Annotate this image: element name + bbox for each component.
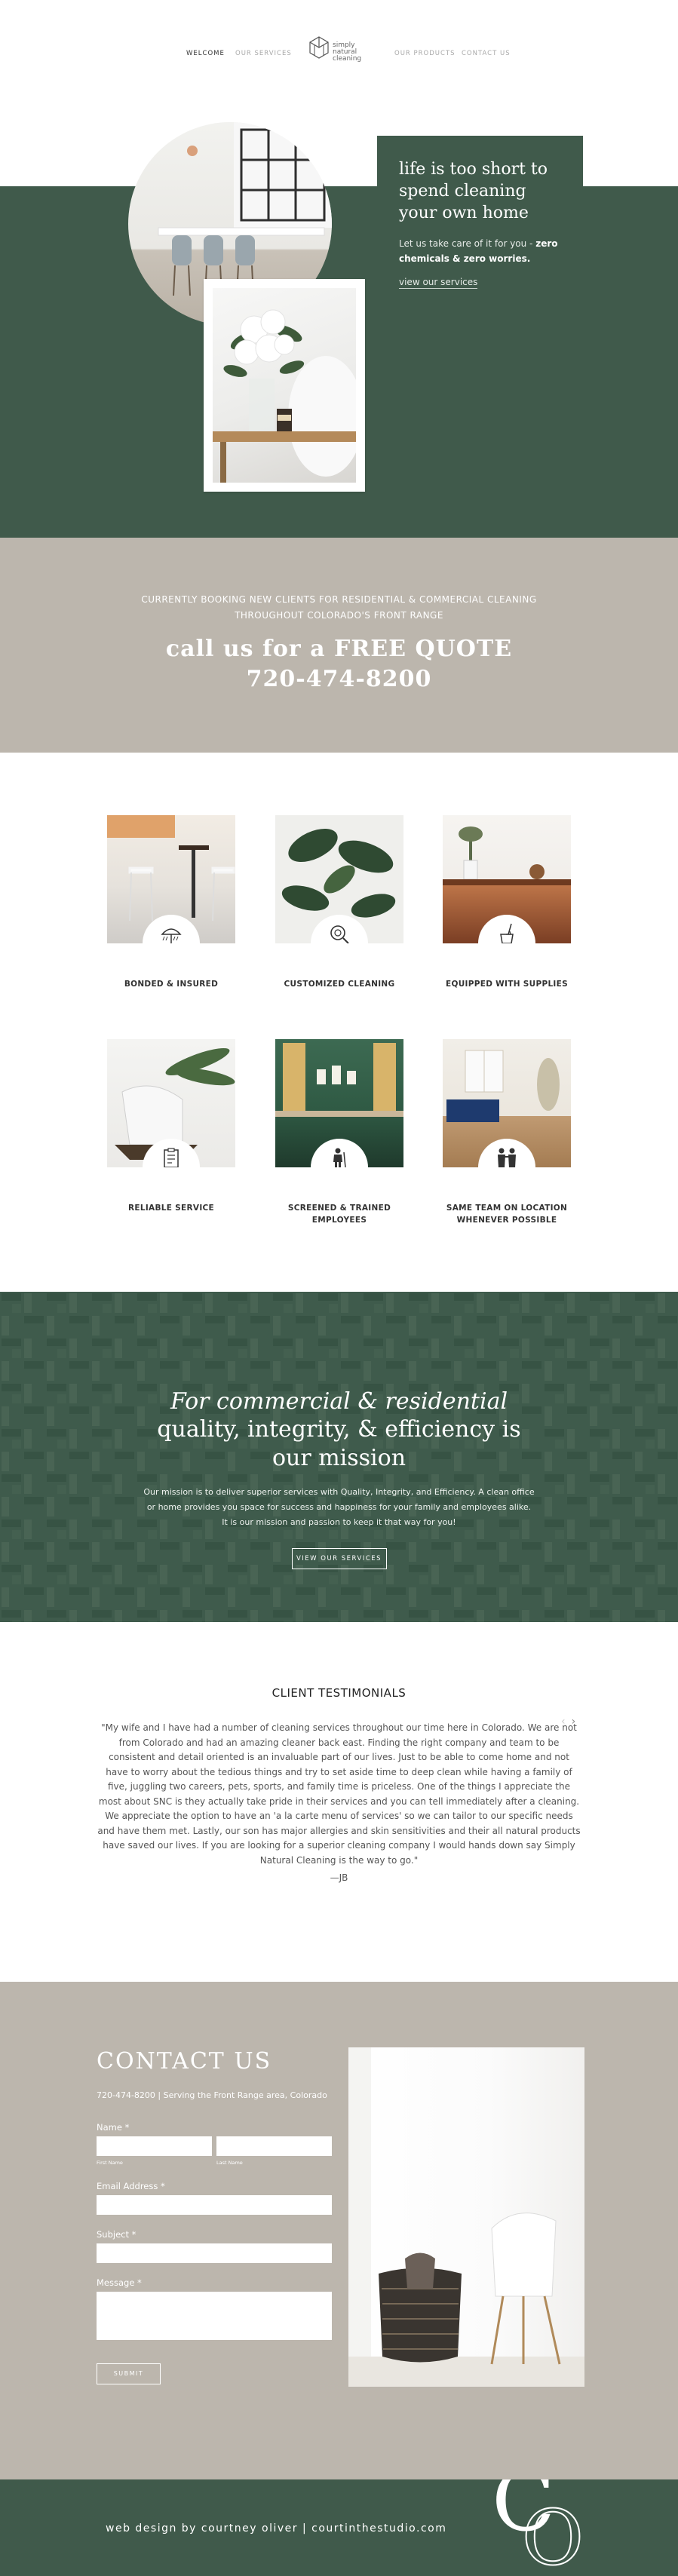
- message-textarea[interactable]: [97, 2292, 332, 2340]
- mission-title: quality, integrity, & efficiency is our …: [157, 1416, 521, 1471]
- mission-content: For commercial & residential quality, in…: [0, 1292, 678, 1569]
- free-quote-headline: call us for a FREE QUOTE: [165, 636, 513, 662]
- view-services-link[interactable]: view our services: [399, 277, 478, 289]
- last-name-sublabel: Last Name: [216, 2160, 243, 2166]
- nav-contact-us[interactable]: CONTACT US: [462, 50, 511, 57]
- testimonials-heading: CLIENT TESTIMONIALS: [272, 1686, 406, 1700]
- hero-subtext-plain: Let us take care of it for you -: [399, 238, 536, 249]
- cleaner-person-icon: [333, 1148, 346, 1167]
- contact-section: CONTACT US 720-474-8200 | Serving the Fr…: [0, 1982, 678, 2479]
- co-monogram-logo: C O: [492, 2479, 584, 2571]
- feature-photo: [107, 1039, 235, 1167]
- umbrella-icon: [161, 928, 182, 943]
- testimonials-section: CLIENT TESTIMONIALS ‹› "My wife and I ha…: [0, 1622, 678, 1982]
- feature-bonded-insured: BONDED & INSURED: [107, 815, 235, 990]
- feature-photo: [275, 1039, 403, 1167]
- free-quote-band: CURRENTLY BOOKING NEW CLIENTS FOR RESIDE…: [0, 538, 678, 753]
- subject-label: Subject *: [97, 2229, 137, 2240]
- chevron-right-icon[interactable]: ›: [572, 1716, 582, 1728]
- contact-chair-basket-photo: [348, 2047, 584, 2387]
- testimonial-author: —JB: [330, 1872, 348, 1883]
- feature-photo: [443, 815, 571, 943]
- magnifier-icon: [330, 925, 349, 943]
- feature-label: BONDED & INSURED: [124, 980, 219, 989]
- feature-customized-cleaning: CUSTOMIZED CLEANING: [275, 815, 403, 990]
- feature-label: CUSTOMIZED CLEANING: [284, 980, 395, 989]
- mission-section: For commercial & residential quality, in…: [0, 1292, 678, 1622]
- footer-credit[interactable]: web design by courtney oliver | courtint…: [106, 2522, 446, 2535]
- mission-italic-heading: For commercial & residential: [170, 1388, 508, 1415]
- first-name-sublabel: First Name: [97, 2160, 123, 2166]
- bucket-mop-icon: [500, 923, 514, 943]
- message-label: Message *: [97, 2277, 142, 2288]
- nav-our-services[interactable]: OUR SERVICES: [235, 50, 292, 57]
- feature-photo: [107, 815, 235, 943]
- name-label: Name *: [97, 2122, 130, 2133]
- chair-basket-illustration: [348, 2047, 584, 2387]
- top-navigation: WELCOME OUR SERVICES simply natural clea…: [0, 0, 678, 106]
- flowers-vase-illustration: [213, 309, 356, 483]
- nav-our-products[interactable]: OUR PRODUCTS: [394, 50, 456, 57]
- feature-reliable-service: RELIABLE SERVICE: [107, 1039, 235, 1214]
- hero-text-card: life is too short to spend cleaning your…: [377, 136, 583, 339]
- subject-input[interactable]: [97, 2243, 332, 2263]
- feature-label: SAME TEAM ON LOCATION WHENEVER POSSIBLE: [446, 1204, 568, 1225]
- hero-title: life is too short to spend cleaning your…: [399, 160, 548, 222]
- feature-label: RELIABLE SERVICE: [127, 1204, 215, 1213]
- email-label: Email Address *: [97, 2181, 165, 2191]
- logo-line-cleaning: cleaning: [333, 55, 362, 63]
- booking-notice: CURRENTLY BOOKING NEW CLIENTS FOR RESIDE…: [141, 594, 537, 621]
- monogram-o: O: [522, 2494, 584, 2571]
- feature-screened-trained: SCREENED & TRAINED EMPLOYEES: [275, 1039, 403, 1226]
- feature-same-team: SAME TEAM ON LOCATION WHENEVER POSSIBLE: [443, 1039, 571, 1226]
- nav-welcome[interactable]: WELCOME: [186, 50, 225, 57]
- features-grid: BONDED & INSURED CUSTOMIZED CLEANING EQU…: [0, 753, 678, 1292]
- feature-photo: [443, 1039, 571, 1167]
- submit-button[interactable]: SUBMIT: [97, 2363, 161, 2384]
- hero-flowers-photo-frame: [204, 279, 365, 492]
- footer: web design by courtney oliver | courtint…: [0, 2479, 678, 2576]
- feature-photo: [275, 815, 403, 943]
- hero-section: life is too short to spend cleaning your…: [0, 106, 678, 538]
- feature-label: EQUIPPED WITH SUPPLIES: [446, 980, 568, 989]
- flowers-photo: [213, 288, 356, 483]
- testimonial-arrows: ‹›: [561, 1716, 581, 1728]
- feature-equipped-supplies: EQUIPPED WITH SUPPLIES: [443, 815, 571, 990]
- phone-number[interactable]: 720-474-8200: [0, 664, 678, 695]
- chevron-left-icon[interactable]: ‹: [561, 1716, 572, 1728]
- testimonial-quote: "My wife and I have had a number of clea…: [97, 1722, 581, 1866]
- logo-text: simply natural cleaning: [333, 42, 361, 63]
- last-name-input[interactable]: [216, 2136, 332, 2156]
- logo[interactable]: simply natural cleaning: [308, 33, 376, 71]
- mission-text: Our mission is to deliver superior servi…: [143, 1487, 535, 1527]
- contact-title: CONTACT US: [97, 2048, 272, 2075]
- view-our-services-button[interactable]: VIEW OUR SERVICES: [291, 1548, 387, 1569]
- feature-label: SCREENED & TRAINED EMPLOYEES: [287, 1204, 391, 1225]
- contact-info: 720-474-8200 | Serving the Front Range a…: [97, 2090, 327, 2100]
- hero-subtext: Let us take care of it for you - zero ch…: [399, 236, 562, 266]
- first-name-input[interactable]: [97, 2136, 212, 2156]
- email-input[interactable]: [97, 2195, 332, 2215]
- clipboard-icon: [164, 1148, 179, 1167]
- hexagon-cube-logo-icon: [309, 36, 329, 59]
- team-icon: [498, 1148, 516, 1167]
